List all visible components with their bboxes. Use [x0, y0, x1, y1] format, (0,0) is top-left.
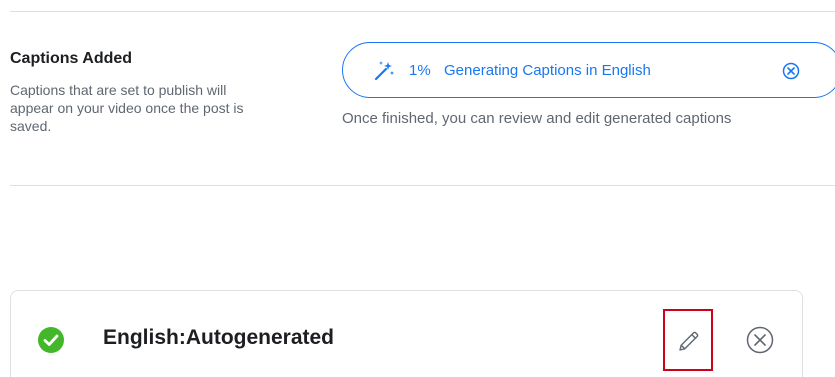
caption-generation-progress: 1% Generating Captions in English — [342, 42, 835, 98]
progress-percent: 1% — [409, 62, 431, 79]
pencil-icon — [679, 331, 699, 351]
progress-label: Generating Captions in English — [444, 62, 651, 79]
edit-caption-button[interactable] — [663, 309, 713, 371]
cancel-generation-close-icon[interactable] — [782, 62, 800, 80]
captions-added-description: Captions that are set to publish will ap… — [10, 82, 244, 134]
check-circle-icon — [38, 327, 64, 353]
section-divider — [10, 185, 835, 186]
remove-caption-close-icon[interactable] — [746, 326, 774, 354]
captions-added-title: Captions Added — [10, 50, 133, 67]
top-divider — [10, 11, 835, 12]
caption-item-card: English:Autogenerated — [10, 290, 803, 377]
magic-wand-icon — [374, 61, 394, 81]
captions-panel: Captions Added Captions that are set to … — [0, 0, 835, 377]
progress-helper-text: Once finished, you can review and edit g… — [342, 110, 732, 127]
caption-name: English:Autogenerated — [103, 326, 335, 349]
